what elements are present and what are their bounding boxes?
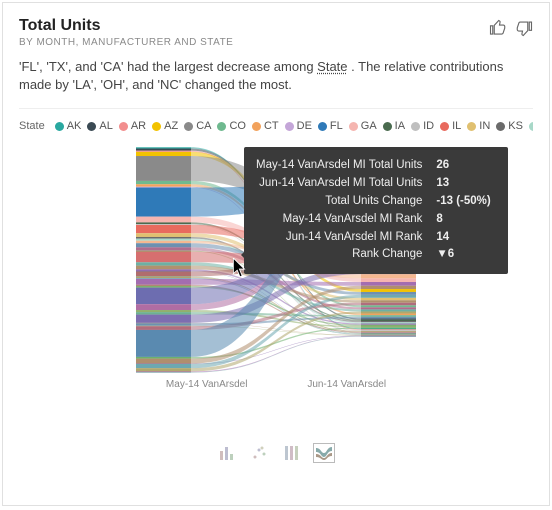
legend-item[interactable]: AK bbox=[55, 120, 82, 132]
swatch-icon bbox=[496, 122, 505, 131]
legend-item-label: CA bbox=[196, 120, 211, 132]
tooltip-value: 14 bbox=[436, 229, 496, 247]
swatch-icon bbox=[252, 122, 261, 131]
insight-pre: 'FL', 'TX', and 'CA' had the largest dec… bbox=[19, 59, 317, 74]
tooltip-row: Jun-14 VanArsdel MI Total Units 13 bbox=[256, 175, 496, 193]
legend-item[interactable]: ID bbox=[411, 120, 434, 132]
legend-item-label: FL bbox=[330, 120, 343, 132]
legend-item[interactable]: DE bbox=[285, 120, 312, 132]
legend-label: State bbox=[19, 120, 45, 132]
legend-item-label: IL bbox=[452, 120, 461, 132]
viz-scatter-icon[interactable] bbox=[249, 443, 271, 463]
legend-item[interactable]: CO bbox=[217, 120, 246, 132]
legend-item[interactable]: IL bbox=[440, 120, 461, 132]
feedback-buttons bbox=[489, 19, 533, 37]
tooltip-value: 13 bbox=[436, 175, 496, 193]
swatch-icon bbox=[411, 122, 420, 131]
divider bbox=[19, 108, 533, 109]
swatch-icon bbox=[383, 122, 392, 131]
swatch-icon bbox=[467, 122, 476, 131]
legend-item-label: CO bbox=[229, 120, 246, 132]
title-block: Total Units BY MONTH, MANUFACTURER AND S… bbox=[19, 17, 233, 48]
tooltip-row: Total Units Change -13 (-50%) bbox=[256, 193, 496, 211]
tooltip-key: Jun-14 VanArsdel MI Rank bbox=[256, 229, 422, 247]
tooltip-key: Rank Change bbox=[256, 246, 422, 264]
tooltip-value: ▼6 bbox=[436, 246, 496, 264]
legend-item-label: ID bbox=[423, 120, 434, 132]
tooltip-row: May-14 VanArsdel MI Rank 8 bbox=[256, 211, 496, 229]
legend-item-label: KS bbox=[508, 120, 523, 132]
axis-right: Jun-14 VanArsdel bbox=[307, 379, 386, 390]
page-title: Total Units bbox=[19, 17, 233, 35]
legend-item[interactable]: IN bbox=[467, 120, 490, 132]
header: Total Units BY MONTH, MANUFACTURER AND S… bbox=[19, 17, 533, 48]
legend-item[interactable]: GA bbox=[349, 120, 377, 132]
swatch-icon bbox=[285, 122, 294, 131]
legend-item-label: IA bbox=[395, 120, 405, 132]
legend-item[interactable]: IA bbox=[383, 120, 405, 132]
swatch-icon bbox=[55, 122, 64, 131]
tooltip-key: May-14 VanArsdel MI Total Units bbox=[256, 157, 422, 175]
tooltip-row: Jun-14 VanArsdel MI Rank 14 bbox=[256, 229, 496, 247]
thumbs-up-icon[interactable] bbox=[489, 19, 507, 37]
legend-item-label: AL bbox=[99, 120, 112, 132]
legend-item[interactable]: AR bbox=[119, 120, 146, 132]
legend-item[interactable]: KS bbox=[496, 120, 523, 132]
legend-item[interactable]: KY bbox=[529, 120, 533, 132]
tooltip-row: May-14 VanArsdel MI Total Units 26 bbox=[256, 157, 496, 175]
legend-item-label: AK bbox=[67, 120, 82, 132]
swatch-icon bbox=[318, 122, 327, 131]
legend-item-label: IN bbox=[479, 120, 490, 132]
tooltip-value: -13 (-50%) bbox=[436, 193, 496, 211]
legend-item-label: AZ bbox=[164, 120, 178, 132]
cursor-icon bbox=[233, 258, 247, 278]
tooltip-row: Rank Change ▼6 bbox=[256, 246, 496, 264]
insight-link[interactable]: State bbox=[317, 59, 347, 74]
legend-item[interactable]: CA bbox=[184, 120, 211, 132]
axis-labels: May-14 VanArsdel Jun-14 VanArsdel bbox=[136, 379, 416, 390]
legend-item-label: DE bbox=[297, 120, 312, 132]
swatch-icon bbox=[119, 122, 128, 131]
visual-card: Total Units BY MONTH, MANUFACTURER AND S… bbox=[2, 2, 550, 506]
legend-item-label: AR bbox=[131, 120, 146, 132]
viz-ribbon-icon[interactable] bbox=[313, 443, 335, 463]
viz-bar-icon[interactable] bbox=[217, 443, 239, 463]
viz-column-icon[interactable] bbox=[281, 443, 303, 463]
legend-item-label: GA bbox=[361, 120, 377, 132]
swatch-icon bbox=[152, 122, 161, 131]
thumbs-down-icon[interactable] bbox=[515, 19, 533, 37]
legend-item-label: CT bbox=[264, 120, 279, 132]
tooltip-key: May-14 VanArsdel MI Rank bbox=[256, 211, 422, 229]
axis-left: May-14 VanArsdel bbox=[166, 379, 248, 390]
viz-switcher bbox=[19, 443, 533, 463]
tooltip-value: 26 bbox=[436, 157, 496, 175]
swatch-icon bbox=[349, 122, 358, 131]
swatch-icon bbox=[529, 122, 533, 131]
swatch-icon bbox=[87, 122, 96, 131]
swatch-icon bbox=[184, 122, 193, 131]
insight-text: 'FL', 'TX', and 'CA' had the largest dec… bbox=[19, 58, 533, 94]
swatch-icon bbox=[217, 122, 226, 131]
swatch-icon bbox=[440, 122, 449, 131]
legend-item[interactable]: AL bbox=[87, 120, 112, 132]
legend-item[interactable]: AZ bbox=[152, 120, 178, 132]
chart-zone: May-14 VanArsdel Jun-14 VanArsdel May-14… bbox=[19, 145, 533, 435]
tooltip: May-14 VanArsdel MI Total Units26Jun-14 … bbox=[244, 147, 508, 274]
legend-item[interactable]: CT bbox=[252, 120, 279, 132]
tooltip-key: Jun-14 VanArsdel MI Total Units bbox=[256, 175, 422, 193]
page-subtitle: BY MONTH, MANUFACTURER AND STATE bbox=[19, 37, 233, 48]
tooltip-key: Total Units Change bbox=[256, 193, 422, 211]
tooltip-value: 8 bbox=[436, 211, 496, 229]
legend: State AKALARAZCACOCTDEFLGAIAIDILINKSKYLA… bbox=[19, 119, 533, 133]
legend-item[interactable]: FL bbox=[318, 120, 343, 132]
